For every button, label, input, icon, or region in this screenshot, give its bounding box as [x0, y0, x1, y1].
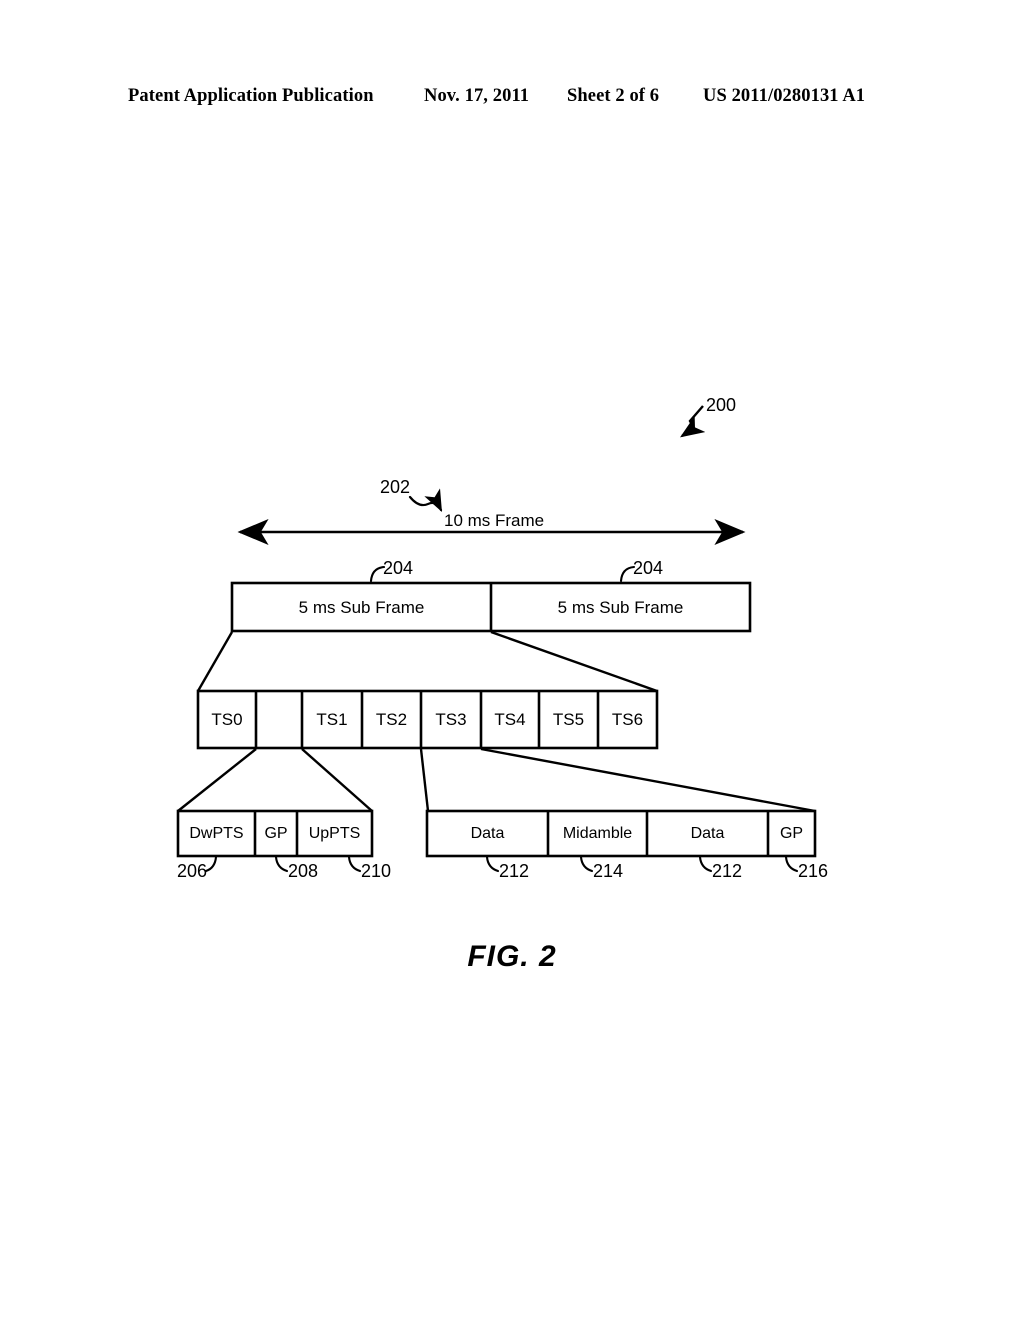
- timeslot-cell-blank: [256, 691, 302, 748]
- timeslot-cell-ts4-label: TS4: [494, 710, 526, 729]
- timeslot-to-traffic-connectors: [419, 747, 816, 813]
- special-slot-cell-uppts: UpPTS: [297, 811, 372, 856]
- traffic-slot-cell-data-2-label: Data: [690, 824, 725, 842]
- ref-numeral-206: 206: [177, 861, 208, 881]
- ref-202-leader: [408, 488, 443, 512]
- ref-numeral-208: 208: [288, 861, 319, 881]
- traffic-slot-cell-midamble-label: Midamble: [562, 824, 633, 842]
- timeslot-cell-ts2-label: TS2: [375, 710, 408, 729]
- ref-206-leader: [204, 855, 218, 873]
- ref-numeral-200: 200: [706, 395, 737, 415]
- ref-212b-leader: [698, 855, 713, 873]
- special-slot-cell-gp-label: GP: [264, 824, 288, 842]
- timeslot-cell-ts2: TS2: [362, 691, 421, 748]
- ref-numeral-204-right: 204: [633, 558, 664, 578]
- ref-208-leader: [274, 855, 289, 873]
- timeslot-cell-ts0: TS0: [198, 691, 256, 748]
- ref-numeral-212-left: 212: [499, 861, 530, 881]
- ref-214-leader: [579, 855, 594, 873]
- figure-caption: FIG. 2: [467, 940, 557, 973]
- patent-figure-2: 200 202 10 ms Frame 204 204 5 ms Sub Fra…: [0, 0, 1024, 1320]
- special-slot-cell-dwpts: DwPTS: [178, 811, 255, 856]
- subframe-to-timeslot-connectors: [196, 630, 658, 693]
- ref-210-leader: [347, 855, 362, 873]
- ref-212a-leader: [485, 855, 500, 873]
- traffic-slot-cell-gp-label: GP: [779, 824, 804, 842]
- traffic-slot-cell-gp: GP: [768, 811, 815, 856]
- traffic-slot-cell-data-1-label: Data: [470, 824, 505, 842]
- ref-numeral-214: 214: [593, 861, 624, 881]
- frame-arrow-label: 10 ms Frame: [444, 511, 545, 530]
- timeslot-to-special-connectors: [177, 748, 373, 812]
- special-slot-cell-gp: GP: [255, 811, 297, 856]
- timeslot-cell-ts5-label: TS5: [552, 710, 585, 729]
- traffic-slot-cell-midamble: Midamble: [548, 811, 647, 856]
- ref-numeral-204-left: 204: [383, 558, 414, 578]
- ref-numeral-210: 210: [361, 861, 392, 881]
- ref-216-leader: [784, 855, 799, 873]
- ref-numeral-212-right: 212: [712, 861, 743, 881]
- subframe-cell-0-label: 5 ms Sub Frame: [298, 597, 425, 617]
- timeslot-cell-ts3: TS3: [421, 691, 481, 748]
- ref-numeral-216: 216: [798, 861, 829, 881]
- ref-numeral-202: 202: [380, 477, 411, 497]
- timeslot-cell-ts3-label: TS3: [435, 710, 467, 729]
- ref-200-leader: [680, 405, 706, 438]
- timeslot-cell-ts6: TS6: [598, 691, 657, 748]
- subframe-cell-1-label: 5 ms Sub Frame: [557, 597, 684, 617]
- traffic-slot-cell-data-1: Data: [427, 811, 548, 856]
- special-slot-cell-dwpts-label: DwPTS: [189, 824, 244, 842]
- timeslot-cell-ts1: TS1: [302, 691, 362, 748]
- subframe-cell-1: 5 ms Sub Frame: [491, 583, 750, 631]
- timeslot-cell-ts6-label: TS6: [611, 710, 644, 729]
- timeslot-cell-ts1-label: TS1: [316, 710, 348, 729]
- timeslot-cell-ts5: TS5: [539, 691, 598, 748]
- figure-linework: [176, 405, 817, 873]
- traffic-slot-cell-data-2: Data: [647, 811, 768, 856]
- subframe-cell-0: 5 ms Sub Frame: [232, 583, 491, 631]
- special-slot-cell-uppts-label: UpPTS: [308, 824, 361, 842]
- timeslot-cell-ts0-label: TS0: [211, 710, 243, 729]
- timeslot-cell-ts4: TS4: [481, 691, 539, 748]
